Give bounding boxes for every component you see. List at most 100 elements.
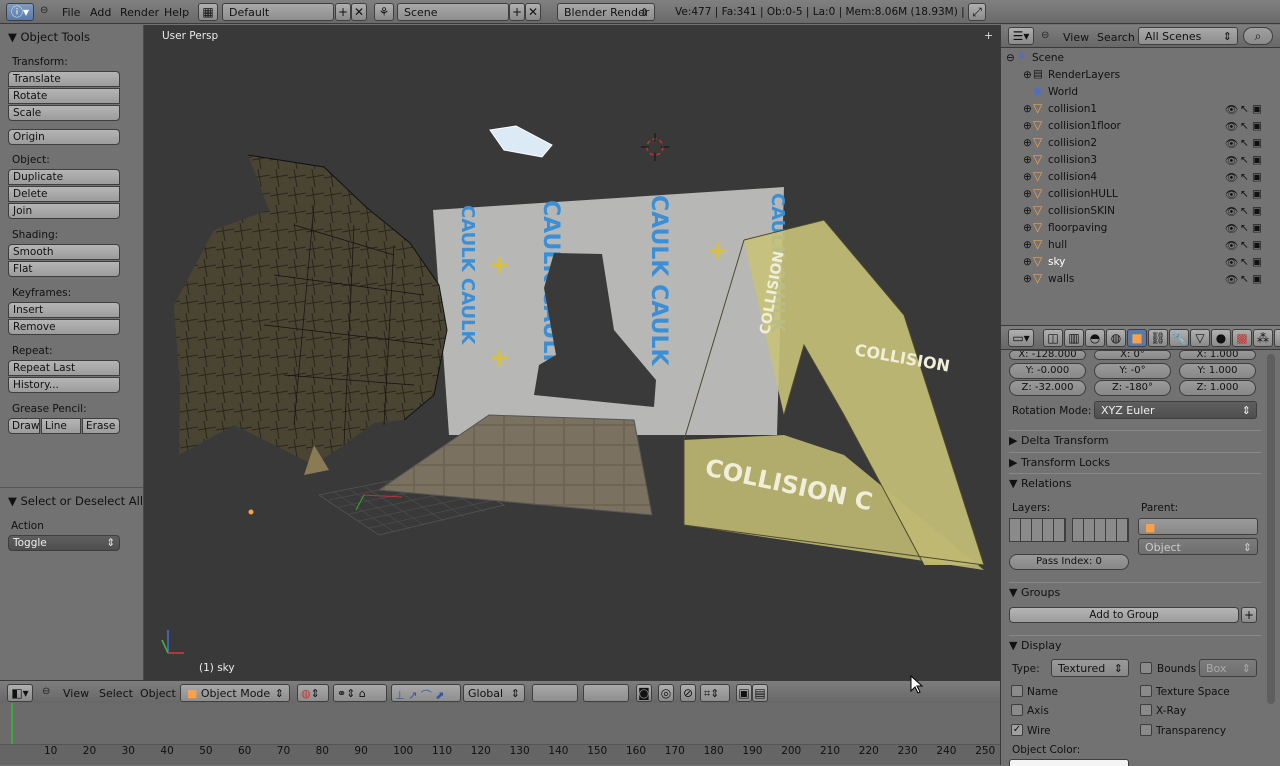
bounds-checkbox[interactable] bbox=[1140, 662, 1152, 674]
properties-editor-type-button[interactable]: ▭▾ bbox=[1008, 329, 1034, 347]
physics-tab-icon[interactable]: ◗ bbox=[1274, 329, 1280, 347]
outliner-row-object[interactable]: ⊕ ▽ collisionHULL 👁 ↖ ▣ bbox=[1001, 186, 1280, 203]
editor-type-button[interactable]: ◧▾ bbox=[7, 684, 33, 702]
timeline[interactable]: 10 20 30 40 50 60 70 80 90 100 110 120 130 140 150 160 1… bbox=[0, 703, 1000, 765]
expand-icon[interactable]: ⊕ bbox=[1023, 120, 1032, 132]
menu-select[interactable]: Select bbox=[99, 687, 133, 700]
snap-toggle-icon[interactable]: ⊘ bbox=[680, 684, 696, 702]
manipulator-buttons[interactable]: ⊥ ↗ ⌒ ⬈ bbox=[391, 684, 461, 702]
origin-button[interactable]: Origin bbox=[8, 129, 120, 145]
location-z-field[interactable]: Z: -32.000 bbox=[1009, 380, 1086, 396]
viewport-shading-select[interactable]: ◍⇕ bbox=[297, 684, 329, 702]
outliner-row-renderlayers[interactable]: ⊕ ▤ RenderLayers bbox=[1001, 67, 1280, 84]
xray-checkbox[interactable] bbox=[1140, 704, 1152, 716]
visibility-eye-icon[interactable]: 👁 bbox=[1225, 103, 1238, 116]
expand-icon[interactable]: ⊕ bbox=[1023, 171, 1032, 183]
visibility-eye-icon[interactable]: 👁 bbox=[1225, 256, 1238, 269]
3d-viewport[interactable]: User Persp + CAULK CAULK CAULK CAULK COL… bbox=[144, 25, 1000, 680]
info-editor-type-button[interactable]: ⓘ▾ bbox=[6, 3, 34, 21]
scale-z-field[interactable]: Z: 1.000 bbox=[1179, 380, 1256, 396]
expand-icon[interactable]: ⊕ bbox=[1023, 137, 1032, 149]
transparency-checkbox[interactable] bbox=[1140, 724, 1152, 736]
renderability-camera-icon[interactable]: ▣ bbox=[1252, 154, 1262, 166]
add-to-group-button[interactable]: Add to Group bbox=[1009, 607, 1239, 623]
scene-layers-grid-2[interactable] bbox=[583, 684, 629, 702]
flat-button[interactable]: Flat bbox=[8, 261, 120, 277]
layers-tab-icon[interactable]: ▥ bbox=[1064, 329, 1084, 347]
selectability-cursor-icon[interactable]: ↖ bbox=[1240, 171, 1249, 183]
constraints-tab-icon[interactable]: ⛓ bbox=[1148, 329, 1168, 347]
expand-icon[interactable]: ⊕ bbox=[1023, 154, 1032, 166]
insert-keyframe-button[interactable]: Insert bbox=[8, 302, 120, 318]
menu-view[interactable]: View bbox=[63, 687, 89, 700]
menu-add[interactable]: Add bbox=[90, 6, 111, 19]
expand-icon[interactable]: ⊕ bbox=[1023, 69, 1032, 81]
duplicate-button[interactable]: Duplicate bbox=[8, 169, 120, 185]
object-tools-header[interactable]: ▼ Object Tools bbox=[8, 30, 90, 44]
rotation-x-field[interactable]: X: 0° bbox=[1094, 350, 1171, 360]
object-layers-grid-2[interactable] bbox=[1072, 518, 1129, 542]
selectability-cursor-icon[interactable]: ↖ bbox=[1240, 103, 1249, 115]
renderability-camera-icon[interactable]: ▣ bbox=[1252, 273, 1262, 285]
selectability-cursor-icon[interactable]: ↖ bbox=[1240, 154, 1249, 166]
renderability-camera-icon[interactable]: ▣ bbox=[1252, 120, 1262, 132]
current-frame-marker[interactable] bbox=[11, 703, 13, 747]
outliner-row-object[interactable]: ⊕ ▽ collision2 👁 ↖ ▣ bbox=[1001, 135, 1280, 152]
outliner-menu-view[interactable]: View bbox=[1063, 31, 1089, 44]
lock-layers-icon[interactable]: ◙ bbox=[636, 684, 652, 702]
selectability-cursor-icon[interactable]: ↖ bbox=[1240, 256, 1249, 268]
outliner-row-object[interactable]: ⊕ ▽ collision1 👁 ↖ ▣ bbox=[1001, 101, 1280, 118]
expand-icon[interactable]: ⊖ bbox=[1006, 52, 1015, 64]
transform-locks-panel-header[interactable]: ▶ Transform Locks bbox=[1009, 452, 1261, 472]
renderability-camera-icon[interactable]: ▣ bbox=[1252, 222, 1262, 234]
world-tab-icon[interactable]: ◍ bbox=[1106, 329, 1126, 347]
proportional-edit-icon[interactable]: ◎ bbox=[658, 684, 674, 702]
material-tab-icon[interactable]: ● bbox=[1211, 329, 1231, 347]
outliner-editor-type-button[interactable]: ☰▾ bbox=[1008, 27, 1034, 45]
display-type-select[interactable]: Textured ⇕ bbox=[1051, 659, 1129, 677]
expand-icon[interactable]: ⊕ bbox=[1023, 222, 1032, 234]
pass-index-field[interactable]: Pass Index: 0 bbox=[1009, 554, 1129, 570]
properties-scrollbar[interactable] bbox=[1267, 354, 1275, 704]
menu-render[interactable]: Render bbox=[120, 6, 159, 19]
object-tab-icon[interactable]: ■ bbox=[1127, 329, 1147, 347]
visibility-eye-icon[interactable]: 👁 bbox=[1225, 120, 1238, 133]
outliner-row-scene[interactable]: ⊖ ⚘ Scene bbox=[1001, 50, 1280, 67]
visibility-eye-icon[interactable]: 👁 bbox=[1225, 154, 1238, 167]
pivot-select[interactable]: ⚭⇕ ⌂ bbox=[333, 684, 387, 702]
outliner-row-world[interactable]: ◉ World bbox=[1001, 84, 1280, 101]
mode-select[interactable]: ■ Object Mode ⇕ bbox=[180, 684, 290, 702]
history-button[interactable]: History... bbox=[8, 377, 120, 393]
selectability-cursor-icon[interactable]: ↖ bbox=[1240, 273, 1249, 285]
location-x-field[interactable]: X: -128.000 bbox=[1009, 350, 1086, 360]
parent-field[interactable]: ■ bbox=[1138, 518, 1258, 535]
selectability-cursor-icon[interactable]: ↖ bbox=[1240, 137, 1249, 149]
selectability-cursor-icon[interactable]: ↖ bbox=[1240, 205, 1249, 217]
texture-tab-icon[interactable]: ▩ bbox=[1232, 329, 1252, 347]
selectability-cursor-icon[interactable]: ↖ bbox=[1240, 120, 1249, 132]
parent-type-select[interactable]: Object ⇕ bbox=[1138, 538, 1258, 555]
grease-draw-button[interactable]: Draw bbox=[8, 418, 40, 434]
selectability-cursor-icon[interactable]: ↖ bbox=[1240, 222, 1249, 234]
collapse-menu-icon[interactable]: ⊖ bbox=[42, 686, 50, 697]
renderability-camera-icon[interactable]: ▣ bbox=[1252, 137, 1262, 149]
display-panel-header[interactable]: ▼ Display bbox=[1009, 635, 1261, 655]
add-group-icon[interactable]: + bbox=[1241, 607, 1257, 623]
operator-panel-header[interactable]: ▼ Select or Deselect All bbox=[8, 494, 143, 508]
expand-icon[interactable]: ⊕ bbox=[1023, 273, 1032, 285]
relations-panel-header[interactable]: ▼ Relations bbox=[1009, 473, 1261, 493]
translate-button[interactable]: Translate bbox=[8, 71, 120, 87]
scene-tab-icon[interactable]: ◓ bbox=[1085, 329, 1105, 347]
object-layers-grid[interactable] bbox=[1009, 518, 1066, 542]
add-scene-icon[interactable]: + bbox=[509, 3, 525, 21]
add-layout-icon[interactable]: + bbox=[335, 3, 351, 21]
visibility-eye-icon[interactable]: 👁 bbox=[1225, 137, 1238, 150]
renderability-camera-icon[interactable]: ▣ bbox=[1252, 205, 1262, 217]
outliner-menu-search[interactable]: Search bbox=[1097, 31, 1135, 44]
grease-line-button[interactable]: Line bbox=[41, 418, 81, 434]
visibility-eye-icon[interactable]: 👁 bbox=[1225, 205, 1238, 218]
wire-checkbox[interactable]: ✓ bbox=[1011, 724, 1023, 736]
collapse-menu-icon[interactable]: ⊖ bbox=[40, 5, 48, 16]
delete-button[interactable]: Delete bbox=[8, 186, 120, 202]
search-icon[interactable]: ⌕ bbox=[1243, 27, 1273, 45]
